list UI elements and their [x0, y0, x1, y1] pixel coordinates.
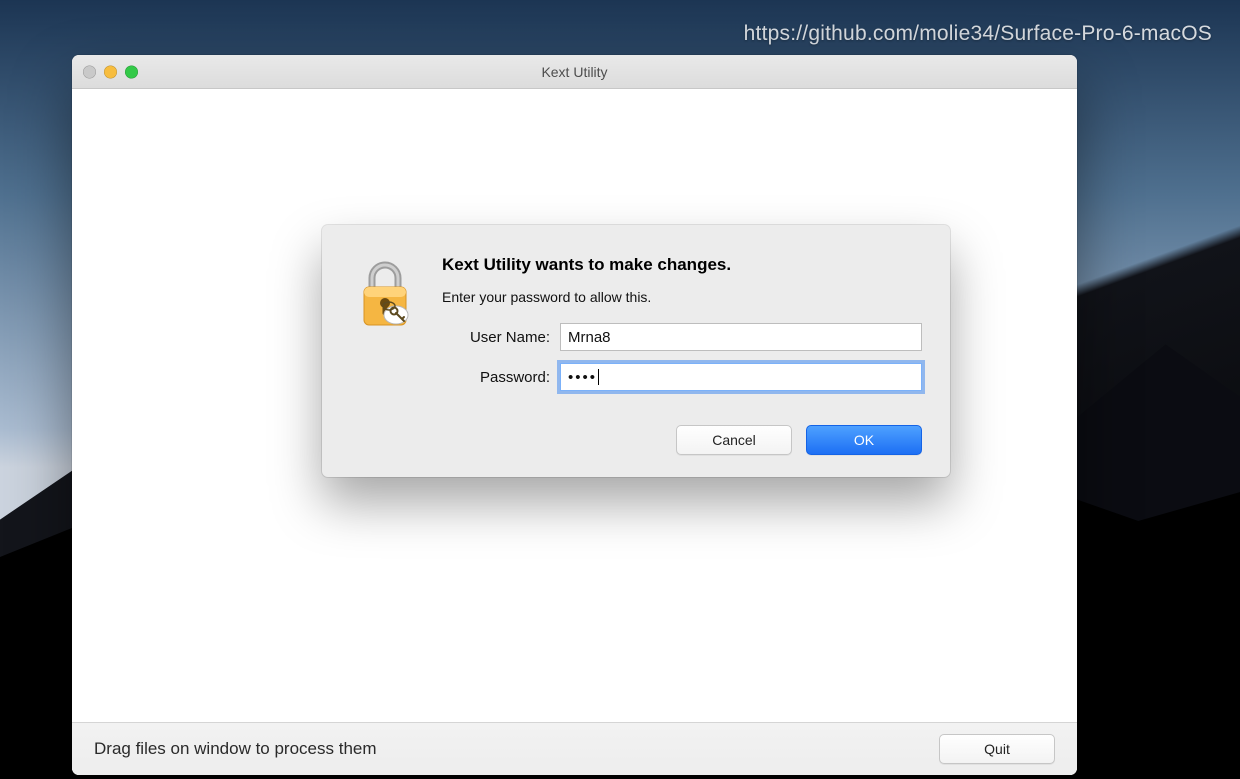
lock-keys-icon [350, 253, 420, 403]
ok-button[interactable]: OK [806, 425, 922, 455]
quit-button-label: Quit [984, 741, 1010, 757]
cancel-button-label: Cancel [712, 432, 756, 448]
auth-subtext: Enter your password to allow this. [442, 289, 922, 305]
password-label: Password: [442, 369, 550, 386]
watermark-url: https://github.com/molie34/Surface-Pro-6… [744, 22, 1212, 46]
footer-hint: Drag files on window to process them [94, 739, 377, 759]
auth-heading: Kext Utility wants to make changes. [442, 255, 922, 275]
footer-bar: Drag files on window to process them Qui… [72, 722, 1077, 775]
text-caret [598, 369, 599, 385]
window-body: Drag files on window to process them Qui… [72, 89, 1077, 775]
ok-button-label: OK [854, 432, 874, 448]
window-close-icon[interactable] [83, 65, 96, 78]
titlebar[interactable]: Kext Utility [72, 55, 1077, 89]
window-zoom-icon[interactable] [125, 65, 138, 78]
window-minimize-icon[interactable] [104, 65, 117, 78]
username-field[interactable] [560, 323, 922, 351]
password-field[interactable]: •••• [560, 363, 922, 391]
quit-button[interactable]: Quit [939, 734, 1055, 764]
username-label: User Name: [442, 329, 550, 346]
window-title: Kext Utility [541, 64, 607, 80]
cancel-button[interactable]: Cancel [676, 425, 792, 455]
password-value: •••• [568, 369, 597, 386]
auth-dialog: Kext Utility wants to make changes. Ente… [322, 225, 950, 477]
app-window: Kext Utility Drag files on window to pro… [72, 55, 1077, 775]
